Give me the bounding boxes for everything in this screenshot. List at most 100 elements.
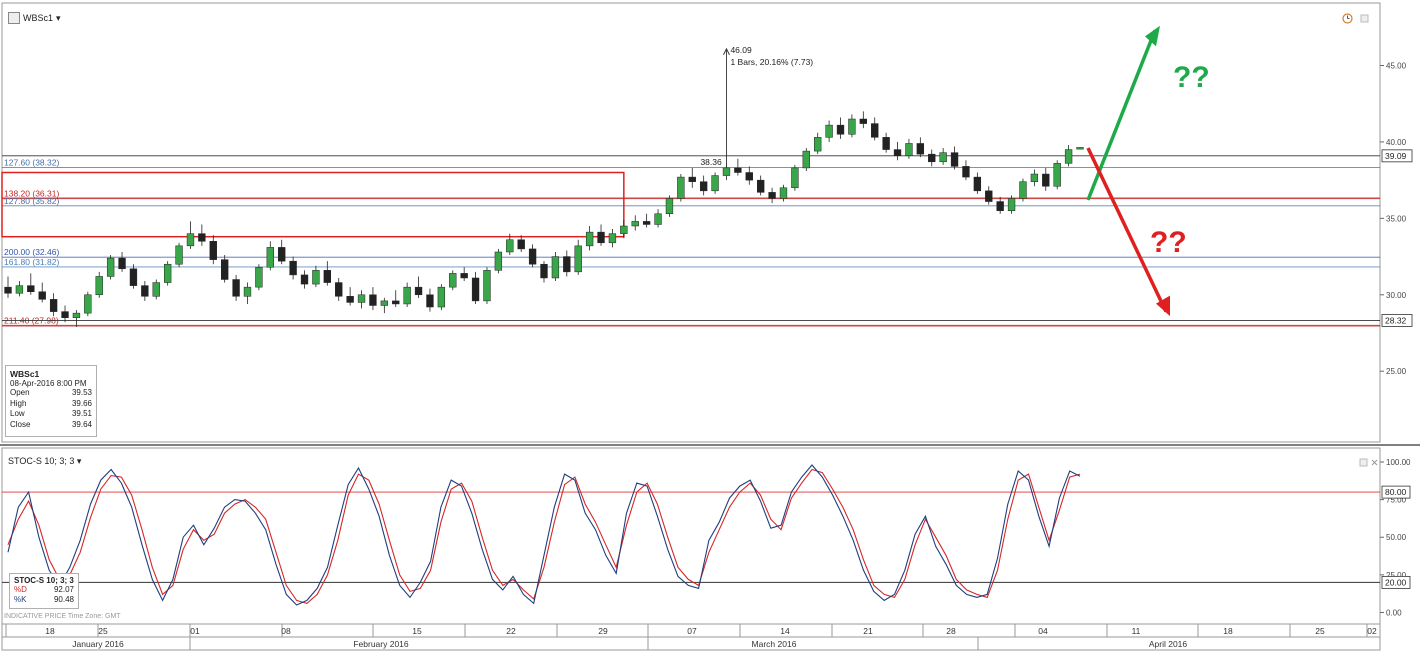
candle-body <box>278 247 286 262</box>
day-label: 29 <box>598 626 608 636</box>
stoc-row-d: %D 92.07 <box>14 585 74 595</box>
clock-icon[interactable] <box>1342 13 1353 24</box>
month-label: April 2016 <box>1149 639 1188 649</box>
candle-body <box>129 268 138 286</box>
info-label: High <box>10 398 27 408</box>
month-label: March 2016 <box>752 639 797 649</box>
candle-body <box>414 286 423 296</box>
stoc-tick-label: 50.00 <box>1386 533 1407 542</box>
candle-body <box>426 294 434 308</box>
panel-options-icon[interactable] <box>1360 14 1369 23</box>
candle-body <box>574 245 582 273</box>
candle-body <box>289 260 297 276</box>
candle-body <box>802 150 810 169</box>
symbol-selector[interactable]: WBSc1 ▾ <box>8 12 61 24</box>
candle-body <box>141 285 149 297</box>
candle-body <box>392 300 400 305</box>
price-tick-label: 45.00 <box>1386 62 1407 71</box>
stoc-row-k: %K 90.48 <box>14 595 74 605</box>
candle-body <box>836 124 845 135</box>
question-mark-up: ?? <box>1173 61 1210 94</box>
candle-body <box>597 231 605 244</box>
info-row-open: Open 39.53 <box>10 388 92 399</box>
candle-body <box>540 263 548 279</box>
candle-body <box>186 233 195 247</box>
candle-body <box>563 256 571 273</box>
candle-body <box>608 233 617 244</box>
candle-body <box>745 172 753 181</box>
candle-body <box>232 279 240 297</box>
price-axis: 45.00 40.00 35.00 30.00 25.00 39.09 28.32 <box>1380 62 1413 376</box>
candle-body <box>985 190 993 202</box>
candle-body <box>95 276 103 296</box>
candle-body <box>871 123 879 138</box>
candle-body <box>1007 198 1016 211</box>
candle-body <box>1030 173 1039 182</box>
fib-level-label: 200.00 (32.46) <box>4 247 59 257</box>
measure-top-label: 46.09 <box>730 45 752 55</box>
day-label: 15 <box>412 626 422 636</box>
day-label: 02 <box>1367 626 1377 636</box>
day-label: 22 <box>506 626 516 636</box>
stoc-tick-label: 100.00 <box>1386 458 1411 467</box>
measure-base-label: 38.36 <box>700 157 722 167</box>
stoc-info-box: STOC-S 10; 3; 3 %D 92.07 %K 90.48 <box>9 573 79 609</box>
candle-body <box>825 124 833 138</box>
info-row-close: Close 39.64 <box>10 420 92 431</box>
info-label: Close <box>10 419 31 429</box>
stoc-options-icon[interactable] <box>1359 458 1368 467</box>
candle-body <box>916 143 925 155</box>
info-value: 39.53 <box>71 388 92 397</box>
chevron-down-icon: ▾ <box>56 12 61 23</box>
candle-body <box>1064 149 1073 164</box>
price-tick-label: 40.00 <box>1386 138 1407 147</box>
candle-body <box>49 299 58 312</box>
candle-body <box>323 270 331 283</box>
stoc-indicator-selector[interactable]: STOC-S 10; 3; 3 ▾ <box>8 456 81 467</box>
indicative-price-note: INDICATIVE PRICE Time Zone: GMT <box>4 613 121 620</box>
candle-body <box>734 167 742 173</box>
candle-body <box>1019 181 1027 199</box>
price-chart-svg: 127.60 (38.32)138.20 (36.31)127.80 (35.8… <box>0 2 1420 651</box>
price-tick-label: 30.00 <box>1386 291 1407 300</box>
candle-body <box>1076 147 1084 150</box>
candle-body <box>243 286 252 297</box>
candle-body <box>221 259 229 280</box>
candle-body <box>175 245 183 265</box>
candle-body <box>620 225 628 234</box>
day-label: 11 <box>1132 626 1141 636</box>
chevron-down-icon: ▾ <box>76 456 82 466</box>
fib-level-label: 161.80 (31.82) <box>4 257 59 267</box>
info-value: 39.51 <box>71 409 92 418</box>
stoc-level-label: 80.00 <box>1385 487 1407 497</box>
candle-body <box>711 175 719 192</box>
close-icon[interactable] <box>1370 458 1379 467</box>
day-label: 14 <box>780 626 790 636</box>
candle-body <box>677 176 685 199</box>
fib-level-label: 127.80 (35.82) <box>4 196 59 206</box>
candle-body <box>950 152 959 167</box>
candle-body <box>163 263 172 283</box>
day-label: 18 <box>1223 626 1233 636</box>
question-mark-down: ?? <box>1150 226 1187 259</box>
month-label: January 2016 <box>72 639 124 649</box>
stoc-box-title: STOC-S 10; 3; 3 <box>14 576 74 585</box>
stoc-level-label: 20.00 <box>1385 577 1407 587</box>
chart-window: 127.60 (38.32) 138.20 (36.31) 127.80 (35.8… <box>0 0 1420 652</box>
candle-body <box>882 137 890 150</box>
info-label: Low <box>10 409 25 418</box>
candle-body <box>266 247 274 268</box>
candle-body <box>84 294 92 314</box>
candle-body <box>15 285 24 294</box>
price-tag-label: 39.09 <box>1385 151 1407 161</box>
info-value: 39.66 <box>71 398 92 408</box>
candle-body <box>198 233 206 242</box>
candle-body <box>722 167 731 176</box>
candle-body <box>973 176 982 192</box>
candle-body <box>893 149 902 156</box>
info-datetime: 08-Apr-2016 8:00 PM <box>10 379 87 388</box>
candle-body <box>346 296 354 303</box>
candle-body <box>654 213 662 225</box>
stoc-value: 90.48 <box>53 595 74 604</box>
candle-body <box>483 270 491 302</box>
